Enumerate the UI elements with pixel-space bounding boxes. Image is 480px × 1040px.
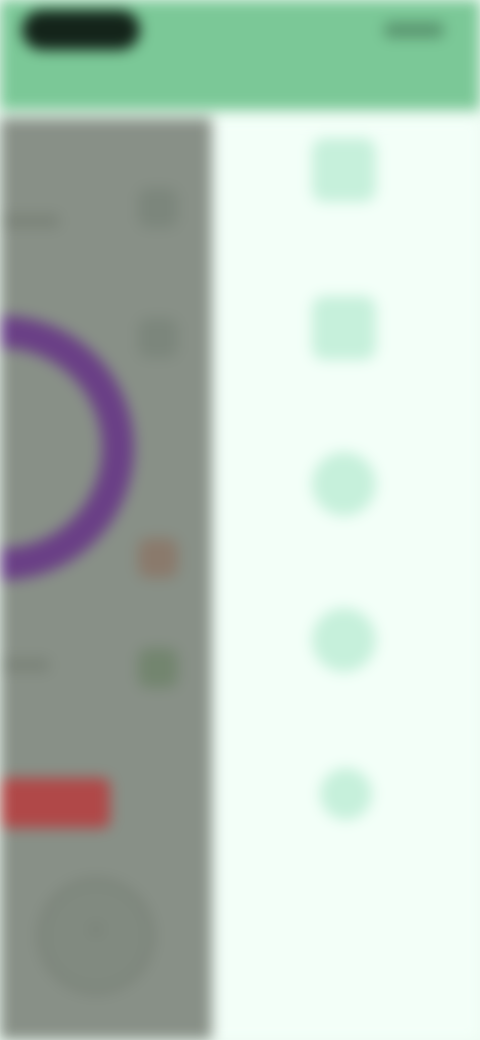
status-icons xyxy=(384,22,444,38)
status-bar-label xyxy=(58,68,148,88)
stat-icon xyxy=(138,318,178,358)
menu-icon xyxy=(138,188,178,228)
main-text-line xyxy=(0,214,60,228)
drawer-item[interactable] xyxy=(212,452,480,582)
status-bar xyxy=(0,0,480,110)
drawer-item[interactable] xyxy=(212,608,480,738)
main-text-line xyxy=(0,658,50,672)
circle-icon xyxy=(312,608,376,672)
circle-icon xyxy=(312,452,376,516)
progress-ring xyxy=(0,316,134,580)
document-icon xyxy=(312,138,376,202)
stat-icon xyxy=(138,648,178,688)
drawer-item[interactable] xyxy=(212,296,480,426)
drawer-item[interactable] xyxy=(212,138,480,268)
fab-button[interactable]: ● xyxy=(38,878,154,994)
drawer-item[interactable] xyxy=(212,768,480,898)
stat-icon xyxy=(138,538,178,578)
alert-bar[interactable] xyxy=(0,778,110,828)
leaf-icon xyxy=(320,768,372,820)
fab-icon: ● xyxy=(89,918,103,940)
main-content-scrim[interactable]: ● xyxy=(0,118,212,1040)
navigation-drawer xyxy=(212,118,480,1040)
calendar-icon xyxy=(312,296,376,360)
camera-pill xyxy=(22,10,140,50)
